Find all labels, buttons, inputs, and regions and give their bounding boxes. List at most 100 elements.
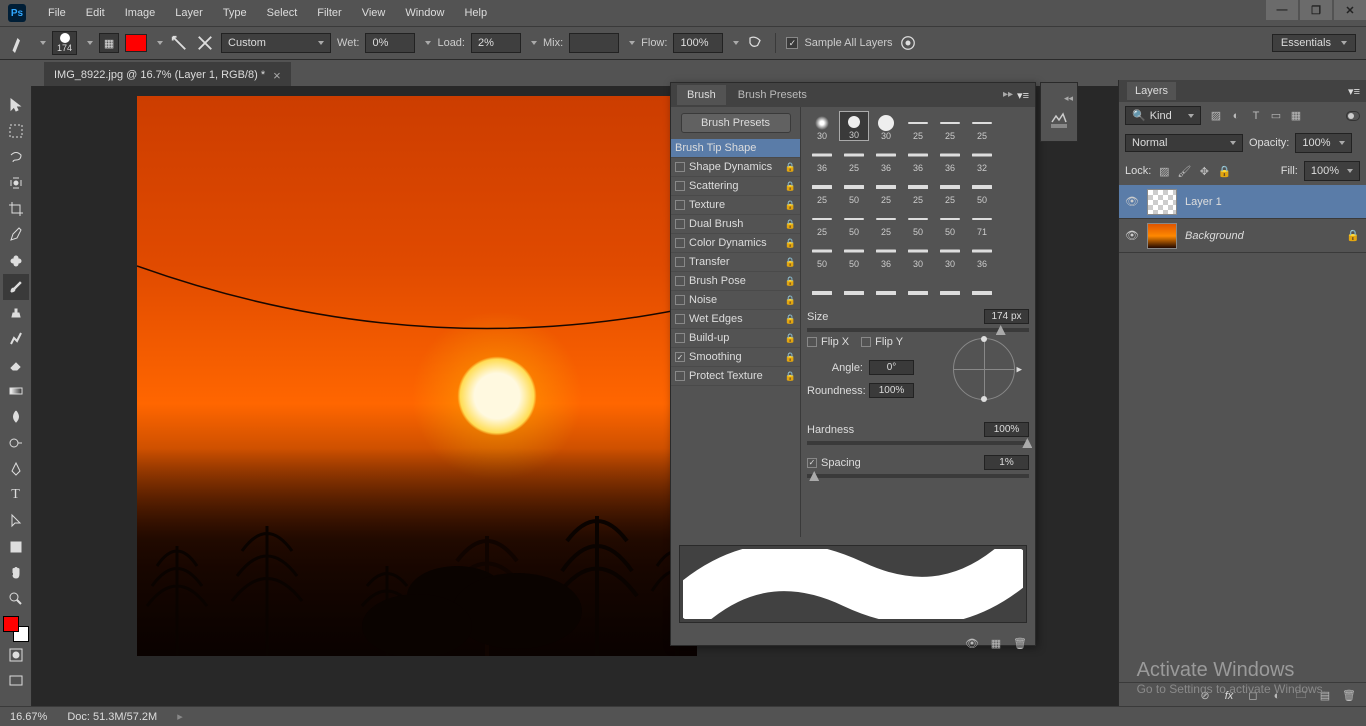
brush-section-protect-texture[interactable]: Protect Texture🔒: [671, 367, 800, 386]
brush-preset-cell[interactable]: 36: [807, 143, 837, 173]
hardness-input[interactable]: 100%: [984, 422, 1029, 437]
brush-preset-cell[interactable]: 50: [967, 175, 997, 205]
hand-tool[interactable]: [3, 560, 29, 586]
brush-presets-button[interactable]: Brush Presets: [681, 113, 791, 133]
brush-preset-cell[interactable]: 30: [807, 111, 837, 141]
document-tab[interactable]: IMG_8922.jpg @ 16.7% (Layer 1, RGB/8) * …: [44, 62, 291, 86]
tablet-pressure-icon[interactable]: [898, 33, 918, 53]
brush-section-brush-pose[interactable]: Brush Pose🔒: [671, 272, 800, 291]
foreground-color[interactable]: [3, 616, 19, 632]
brush-section-smoothing[interactable]: ✓Smoothing🔒: [671, 348, 800, 367]
layer-layer-1[interactable]: 👁Layer 1: [1119, 185, 1366, 219]
brush-preset-cell[interactable]: 50: [935, 207, 965, 237]
blur-tool[interactable]: [3, 404, 29, 430]
brush-preset-cell[interactable]: [839, 271, 869, 301]
mix-caret[interactable]: [629, 41, 635, 45]
collapsed-expand-icon[interactable]: ◂◂: [1064, 93, 1073, 104]
dodge-tool[interactable]: [3, 430, 29, 456]
brush-preset-cell[interactable]: 30: [839, 111, 869, 141]
minimize-button[interactable]: —: [1266, 0, 1298, 20]
layer-name[interactable]: Background: [1185, 230, 1244, 242]
panel-menu-icon[interactable]: ▾≡: [1017, 89, 1029, 102]
brush-preset-cell[interactable]: [935, 271, 965, 301]
size-slider[interactable]: [807, 328, 1029, 332]
brush-preset-cell[interactable]: [903, 271, 933, 301]
lock-all-icon[interactable]: 🔒: [1217, 164, 1231, 178]
workspace-dropdown[interactable]: Essentials: [1272, 34, 1356, 52]
brush-preset-cell[interactable]: 50: [839, 175, 869, 205]
menu-type[interactable]: Type: [213, 3, 257, 23]
eyedropper-tool[interactable]: [3, 222, 29, 248]
load-color-swatch[interactable]: [125, 34, 147, 52]
trash-icon[interactable]: 🗑: [1013, 636, 1027, 650]
layers-menu-icon[interactable]: ▾≡: [1348, 85, 1360, 98]
menu-select[interactable]: Select: [257, 3, 308, 23]
spacing-input[interactable]: 1%: [984, 455, 1029, 470]
filter-shape-icon[interactable]: ▭: [1269, 109, 1283, 123]
brush-preset-cell[interactable]: [871, 271, 901, 301]
brush-preset-cell[interactable]: 71: [967, 207, 997, 237]
tab-brush-presets[interactable]: Brush Presets: [728, 85, 817, 105]
filter-adjust-icon[interactable]: ◐: [1229, 109, 1243, 123]
airbrush-icon[interactable]: [745, 33, 765, 53]
tool-preset-icon[interactable]: [10, 33, 30, 53]
crop-tool[interactable]: [3, 196, 29, 222]
tool-preset-caret[interactable]: [40, 41, 46, 45]
brush-preset-cell[interactable]: 25: [807, 175, 837, 205]
new-layer-icon[interactable]: ▤: [1318, 689, 1332, 703]
brush-preset-cell[interactable]: 50: [839, 239, 869, 269]
brush-section-brush-tip-shape[interactable]: Brush Tip Shape: [671, 139, 800, 158]
lasso-tool[interactable]: [3, 144, 29, 170]
brush-preset-cell[interactable]: 25: [807, 207, 837, 237]
lock-position-icon[interactable]: ✥: [1197, 164, 1211, 178]
filter-kind-dropdown[interactable]: 🔍Kind: [1125, 106, 1201, 125]
brush-preset-cell[interactable]: 50: [903, 207, 933, 237]
brush-tool[interactable]: [3, 274, 29, 300]
screenmode-toggle[interactable]: [3, 668, 29, 694]
flipx-checkbox[interactable]: [807, 337, 817, 347]
clone-stamp-tool[interactable]: [3, 300, 29, 326]
spacing-checkbox[interactable]: ✓: [807, 458, 817, 468]
blend-mode-dropdown[interactable]: Normal: [1125, 134, 1243, 152]
layer-fx-icon[interactable]: fx: [1222, 689, 1236, 703]
navigator-icon[interactable]: [1048, 110, 1070, 132]
sample-all-checkbox[interactable]: ✓: [786, 37, 798, 49]
brush-preset-cell[interactable]: [807, 271, 837, 301]
layer-thumbnail[interactable]: [1147, 223, 1177, 249]
menu-file[interactable]: File: [38, 3, 76, 23]
brush-section-noise[interactable]: Noise🔒: [671, 291, 800, 310]
filter-pixel-icon[interactable]: ▨: [1209, 109, 1223, 123]
brush-preset-cell[interactable]: 25: [935, 175, 965, 205]
wet-caret[interactable]: [425, 41, 431, 45]
document-canvas[interactable]: [137, 96, 697, 656]
brush-preset-cell[interactable]: 25: [967, 111, 997, 141]
gradient-tool[interactable]: [3, 378, 29, 404]
menu-image[interactable]: Image: [115, 3, 166, 23]
brush-preset-cell[interactable]: 25: [871, 207, 901, 237]
brush-size-preview[interactable]: 174: [52, 31, 77, 55]
pen-tool[interactable]: [3, 456, 29, 482]
lock-pixels-icon[interactable]: 🖌: [1177, 164, 1191, 178]
restore-button[interactable]: ❐: [1300, 0, 1332, 20]
brush-preset-cell[interactable]: 32: [967, 143, 997, 173]
close-tab-icon[interactable]: ×: [273, 68, 281, 83]
brush-thumbnail-grid[interactable]: 3030302525253625363636322550252525502550…: [807, 111, 1029, 301]
brush-preset-cell[interactable]: 36: [935, 143, 965, 173]
lock-transparent-icon[interactable]: ▨: [1157, 164, 1171, 178]
eraser-tool[interactable]: [3, 352, 29, 378]
adjustment-layer-icon[interactable]: ◐: [1270, 689, 1284, 703]
quick-select-tool[interactable]: [3, 170, 29, 196]
flow-caret[interactable]: [733, 41, 739, 45]
tab-layers[interactable]: Layers: [1127, 82, 1176, 100]
brush-section-wet-edges[interactable]: Wet Edges🔒: [671, 310, 800, 329]
brush-section-dual-brush[interactable]: Dual Brush🔒: [671, 215, 800, 234]
status-caret-icon[interactable]: ▸: [177, 710, 183, 723]
color-swatches[interactable]: [3, 616, 29, 642]
brush-section-color-dynamics[interactable]: Color Dynamics🔒: [671, 234, 800, 253]
load-color-caret[interactable]: [157, 41, 163, 45]
brush-preset-cell[interactable]: 50: [807, 239, 837, 269]
layer-thumbnail[interactable]: [1147, 189, 1177, 215]
new-brush-icon[interactable]: ▦: [989, 636, 1003, 650]
brush-preset-cell[interactable]: 30: [935, 239, 965, 269]
visibility-icon[interactable]: 👁: [1125, 195, 1139, 208]
